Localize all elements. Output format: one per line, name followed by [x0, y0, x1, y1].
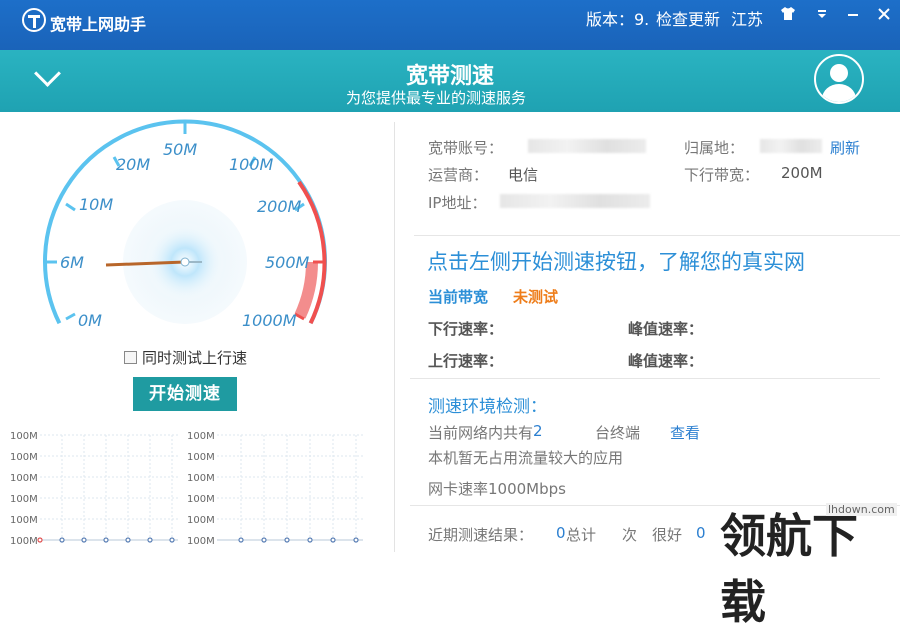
start-test-button[interactable]: 开始测速	[133, 377, 237, 411]
isp-value: 电信	[508, 166, 539, 184]
download-peak-label: 峰值速率：	[628, 320, 704, 338]
network-device-count: 2	[533, 422, 543, 440]
shirt-icon[interactable]	[778, 6, 798, 24]
gauge-label-6m: 6M	[60, 253, 84, 272]
mini-chart-y-label: 100M	[187, 473, 215, 484]
ip-label: IP地址：	[428, 194, 487, 212]
network-devices-suffix: 台终端	[595, 424, 641, 442]
download-speed-label: 下行速率：	[428, 320, 504, 338]
upload-peak-label: 峰值速率：	[628, 352, 704, 370]
mini-chart-y-label: 100M	[187, 536, 215, 547]
sync-upload-checkbox[interactable]	[124, 351, 137, 364]
page-title: 宽带测速	[405, 64, 494, 89]
download-mini-chart: 100M 100M 100M 100M 100M 100M	[10, 431, 178, 547]
gauge-label-0m: 0M	[78, 311, 102, 330]
account-value-redacted	[528, 139, 646, 153]
home-label: 归属地：	[684, 139, 745, 157]
gauge-label-500m: 500M	[265, 253, 310, 272]
mini-chart-y-label: 100M	[187, 494, 215, 505]
sync-upload-label: 同时测试上行速	[142, 349, 248, 367]
divider	[394, 122, 395, 552]
minimize-icon[interactable]	[843, 6, 863, 24]
recent-total-count: 0	[556, 524, 566, 542]
watermark-url: lhdown.com	[826, 503, 897, 516]
speed-gauge: 0M 6M 10M 20M 50M 100M 200M 500M 1000M	[43, 119, 327, 330]
avatar-icon[interactable]	[814, 54, 864, 104]
mini-chart-y-label: 100M	[10, 431, 38, 442]
recent-total-label: 总计	[566, 526, 597, 544]
mini-chart-y-label: 100M	[10, 473, 38, 484]
mini-chart-y-label: 100M	[187, 452, 215, 463]
gauge-label-100m: 100M	[229, 155, 274, 174]
check-update-link[interactable]: 检查更新	[656, 6, 720, 30]
nic-speed-text: 网卡速率1000Mbps	[428, 480, 566, 498]
recent-times-label: 次	[622, 526, 638, 544]
recent-results-label: 近期测速结果：	[428, 526, 534, 544]
page-subtitle: 为您提供最专业的测速服务	[345, 89, 526, 107]
version-text: 版本：9.	[586, 10, 650, 29]
home-value-redacted	[760, 139, 822, 153]
dropdown-icon[interactable]	[812, 6, 832, 24]
speedtest-headline: 点击左侧开始测速按钮，了解您的真实网	[427, 250, 805, 274]
gauge-label-50m: 50M	[163, 140, 197, 159]
view-devices-link[interactable]: 查看	[670, 422, 700, 443]
recent-good-count: 0	[696, 524, 706, 542]
bandwidth-value: 200M	[781, 164, 823, 182]
mini-chart-y-label: 100M	[187, 431, 215, 442]
current-band-label: 当前带宽	[428, 288, 489, 306]
gauge-label-200m: 200M	[257, 197, 302, 216]
gauge-label-1000m: 1000M	[242, 311, 297, 330]
gauge-label-20m: 20M	[116, 155, 150, 174]
environment-title: 测速环境检测：	[428, 397, 547, 417]
gauge-label-10m: 10M	[79, 195, 113, 214]
gauge-pivot	[180, 257, 190, 267]
region-selector[interactable]: 江苏	[731, 6, 763, 30]
network-devices-text: 当前网络内共有	[428, 424, 534, 442]
recent-good-label: 很好	[652, 526, 683, 544]
divider	[414, 235, 900, 236]
refresh-link[interactable]: 刷新	[830, 137, 860, 158]
no-heavy-app-text: 本机暂无占用流量较大的应用	[428, 449, 624, 467]
mini-chart-y-label: 100M	[10, 536, 38, 547]
watermark: 领航下载	[720, 509, 858, 629]
divider	[410, 378, 880, 379]
mini-chart-y-label: 100M	[10, 494, 38, 505]
account-label: 宽带账号：	[428, 139, 504, 157]
upload-mini-chart: 100M 100M 100M 100M 100M 100M	[187, 431, 363, 547]
mini-chart-y-label: 100M	[10, 452, 38, 463]
bandwidth-label: 下行带宽：	[684, 166, 760, 184]
ip-value-redacted	[500, 194, 650, 208]
app-title: 宽带上网助手	[50, 15, 147, 34]
upload-speed-label: 上行速率：	[428, 352, 504, 370]
mini-chart-y-label: 100M	[187, 515, 215, 526]
isp-label: 运营商：	[428, 166, 489, 184]
close-icon[interactable]	[874, 6, 894, 24]
current-band-value: 未测试	[513, 288, 559, 306]
mini-chart-y-label: 100M	[10, 515, 38, 526]
app-logo-icon	[22, 8, 46, 32]
